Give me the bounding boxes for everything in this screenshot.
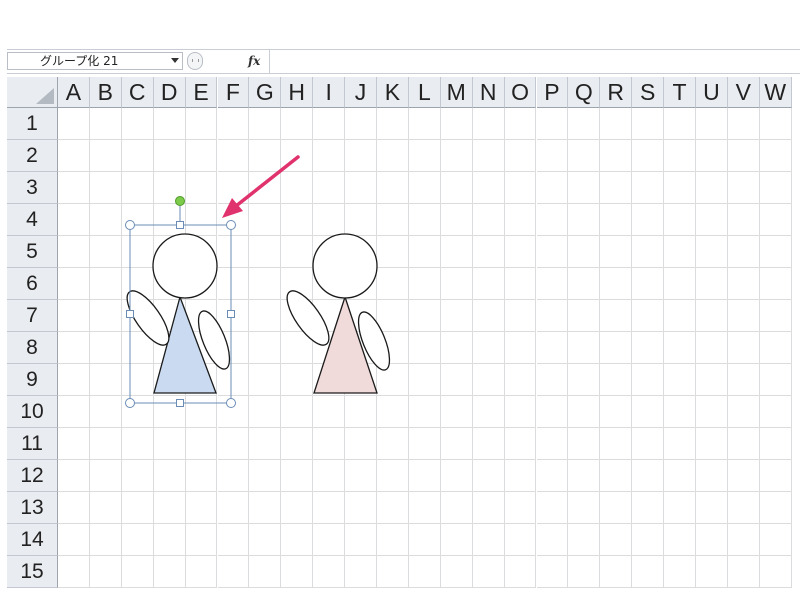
annotation-arrow: [222, 155, 300, 218]
resize-handle-top-right[interactable]: [226, 220, 236, 230]
selected-shape-group[interactable]: [120, 233, 236, 394]
shape-group-pink[interactable]: [280, 233, 396, 394]
figure-head-pink[interactable]: [312, 233, 378, 299]
resize-handle-left[interactable]: [126, 310, 134, 318]
drawing-layer: [120, 155, 396, 408]
figure-head-blue[interactable]: [152, 233, 218, 299]
resize-handle-bottom-right[interactable]: [226, 398, 236, 408]
resize-handle-bottom-left[interactable]: [125, 398, 135, 408]
rotation-handle[interactable]: [175, 196, 185, 206]
resize-handle-top[interactable]: [176, 221, 184, 229]
resize-handle-right[interactable]: [227, 310, 235, 318]
resize-handle-top-left[interactable]: [125, 220, 135, 230]
resize-handle-bottom[interactable]: [176, 399, 184, 407]
figure-arm-left-pink[interactable]: [280, 285, 336, 351]
